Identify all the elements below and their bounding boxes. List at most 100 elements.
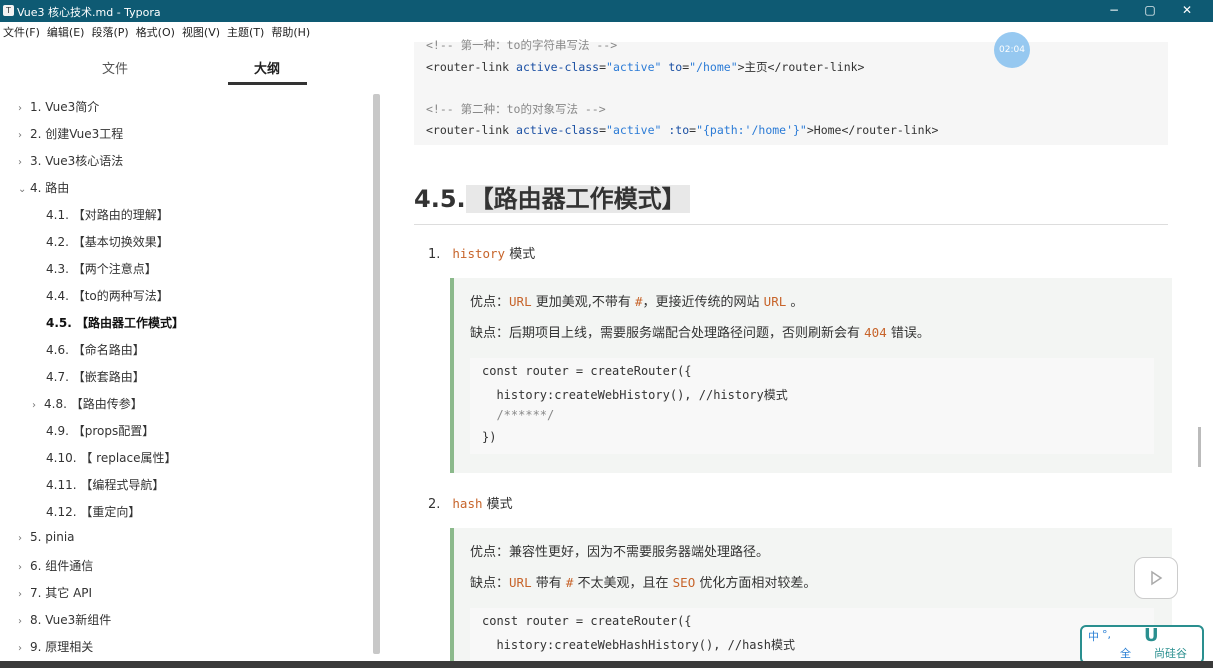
outline-item[interactable]: 4.4. 【to的两种写法】 xyxy=(46,287,169,304)
chevron-right-icon[interactable]: › xyxy=(18,103,30,114)
code-token: active-class xyxy=(516,60,600,74)
ime-fullwidth[interactable]: 全 xyxy=(1120,645,1131,661)
chevron-right-icon[interactable]: › xyxy=(18,616,30,627)
code-block-history[interactable]: const router = createRouter({ history:cr… xyxy=(470,358,1154,454)
menu-paragraph[interactable]: 段落(P) xyxy=(91,26,128,39)
code-line: history:createWebHistory(), //history模式 xyxy=(482,388,788,402)
code-token: >主页</router-link> xyxy=(737,60,865,74)
chevron-right-icon[interactable]: › xyxy=(32,400,44,411)
code-token: "active" xyxy=(606,60,662,74)
con-line: 缺点：后期项目上线，需要服务端配合处理路径问题，否则刷新会有 404 错误。 xyxy=(470,322,930,341)
inline-code: hash xyxy=(452,496,483,511)
menu-view[interactable]: 视图(V) xyxy=(182,26,220,39)
code-token: <router-link xyxy=(426,60,517,74)
minimize-button[interactable]: − xyxy=(1104,3,1124,17)
chevron-right-icon[interactable]: › xyxy=(18,562,30,573)
pro-line: 优点：兼容性更好，因为不需要服务器端处理路径。 xyxy=(470,545,770,560)
outline-item[interactable]: 4.12. 【重定向】 xyxy=(46,503,140,520)
section-heading[interactable]: 4.5. 【路由器工作模式】 xyxy=(414,179,690,214)
outline-item-label: 7. 其它 API xyxy=(30,586,93,600)
code-line: /******/ xyxy=(482,408,555,422)
code-line: const router = createRouter({ xyxy=(482,614,692,628)
maximize-button[interactable]: ▢ xyxy=(1140,3,1160,17)
heading-divider xyxy=(414,224,1168,225)
code-line: history:createWebHashHistory(), //hash模式 xyxy=(482,638,795,652)
outline-item[interactable]: › 8. Vue3新组件 xyxy=(18,611,111,628)
chevron-down-icon[interactable]: ⌄ xyxy=(18,184,30,195)
pro-line: 优点：URL 更加美观,不带有 #，更接近传统的网站 URL 。 xyxy=(470,291,803,310)
outline-item-label: 4.3. 【两个注意点】 xyxy=(46,262,157,276)
outline-item[interactable]: 4.5. 【路由器工作模式】 xyxy=(46,314,184,331)
outline-item[interactable]: 4.10. 【 replace属性】 xyxy=(46,449,177,466)
window-title: Vue3 核心技术.md - Typora xyxy=(17,6,161,19)
chevron-right-icon[interactable]: › xyxy=(18,533,30,544)
outline-item[interactable]: › 2. 创建Vue3工程 xyxy=(18,125,123,142)
code-block-router-link[interactable]: <!-- 第一种：to的字符串写法 --> <router-link activ… xyxy=(414,38,1168,145)
edge-scroll-marker xyxy=(1198,427,1201,467)
outline-item[interactable]: › 6. 组件通信 xyxy=(18,557,93,574)
outline-item[interactable]: › 5. pinia xyxy=(18,530,75,544)
con-label: 缺点： xyxy=(470,576,510,591)
con-label: 缺点：后期项目上线，需要服务端配合处理路径问题，否则刷新会有 xyxy=(470,326,865,341)
list-text: 模式 xyxy=(482,497,513,512)
code-comment: <!-- 第一种：to的字符串写法 --> xyxy=(426,38,618,52)
menu-edit[interactable]: 编辑(E) xyxy=(47,26,85,39)
menu-format[interactable]: 格式(O) xyxy=(136,26,175,39)
code-token: "active" xyxy=(606,123,662,137)
play-button[interactable] xyxy=(1134,557,1178,599)
inline-code: URL xyxy=(509,575,532,590)
inline-code: # xyxy=(635,294,643,309)
outline-item[interactable]: 4.9. 【props配置】 xyxy=(46,422,154,439)
code-token: active-class xyxy=(516,123,600,137)
outline-item[interactable]: ⌄ 4. 路由 xyxy=(18,179,69,196)
outline-item[interactable]: › 3. Vue3核心语法 xyxy=(18,152,123,169)
code-token: >Home</router-link> xyxy=(806,123,939,137)
chevron-right-icon[interactable]: › xyxy=(18,643,30,654)
tab-files[interactable]: 文件 xyxy=(102,58,128,77)
tab-outline[interactable]: 大纲 xyxy=(254,58,280,77)
code-block-hash[interactable]: const router = createRouter({ history:cr… xyxy=(470,608,1154,668)
pro-text: 。 xyxy=(786,295,804,310)
outline-item[interactable]: 4.11. 【编程式导航】 xyxy=(46,476,164,493)
inline-code: SEO xyxy=(672,575,696,590)
blockquote-hash[interactable]: 优点：兼容性更好，因为不需要服务器端处理路径。 缺点：URL 带有 # 不太美观… xyxy=(450,528,1172,668)
menu-help[interactable]: 帮助(H) xyxy=(271,26,310,39)
blockquote-history[interactable]: 优点：URL 更加美观,不带有 #，更接近传统的网站 URL 。 缺点：后期项目… xyxy=(450,278,1172,473)
list-text: 模式 xyxy=(505,247,536,262)
inline-code: 404 xyxy=(864,325,887,340)
sidebar-scrollbar[interactable] xyxy=(373,94,380,654)
menu-file[interactable]: 文件(F) xyxy=(3,26,40,39)
outline-item-label: 4.10. 【 replace属性】 xyxy=(46,451,177,465)
list-item-hash[interactable]: 2. hash 模式 xyxy=(428,493,513,512)
outline-item[interactable]: 4.6. 【命名路由】 xyxy=(46,341,145,358)
menu-theme[interactable]: 主题(T) xyxy=(227,26,264,39)
chevron-right-icon[interactable]: › xyxy=(18,157,30,168)
close-button[interactable]: ✕ xyxy=(1177,3,1197,17)
outline-item[interactable]: › 4.8. 【路由传参】 xyxy=(32,395,143,412)
outline-item[interactable]: 4.7. 【嵌套路由】 xyxy=(46,368,145,385)
outline-item-label: 4.8. 【路由传参】 xyxy=(44,397,143,411)
outline-item-label: 4.4. 【to的两种写法】 xyxy=(46,289,169,303)
list-item-history[interactable]: 1. history 模式 xyxy=(428,243,535,262)
brand-name: 尚硅谷 xyxy=(1154,647,1187,660)
ime-toolbar[interactable]: 中 °, 全 U 尚硅谷 xyxy=(1080,625,1204,664)
ime-punct[interactable]: °, xyxy=(1102,628,1111,641)
chevron-right-icon[interactable]: › xyxy=(18,589,30,600)
outline-item[interactable]: 4.3. 【两个注意点】 xyxy=(46,260,157,277)
outline-item[interactable]: › 7. 其它 API xyxy=(18,584,92,601)
outline-item-label: 8. Vue3新组件 xyxy=(30,613,112,627)
pro-text: ，更接近传统的网站 xyxy=(642,295,764,310)
outline-item[interactable]: 4.2. 【基本切换效果】 xyxy=(46,233,169,250)
con-text: 不太美观，且在 xyxy=(573,576,673,591)
code-line: }) xyxy=(482,430,497,444)
outline-item[interactable]: › 1. Vue3简介 xyxy=(18,98,99,115)
outline-item[interactable]: 4.1. 【对路由的理解】 xyxy=(46,206,169,223)
chevron-right-icon[interactable]: › xyxy=(18,130,30,141)
ime-mode[interactable]: 中 xyxy=(1088,628,1099,644)
outline-item-label: 4. 路由 xyxy=(30,181,70,195)
play-icon xyxy=(1151,570,1163,586)
outline-item-label: 4.5. 【路由器工作模式】 xyxy=(46,316,184,330)
outline-item[interactable]: › 9. 原理相关 xyxy=(18,638,93,655)
con-text: 优化方面相对较差。 xyxy=(695,576,817,591)
inline-code: URL xyxy=(509,294,532,309)
